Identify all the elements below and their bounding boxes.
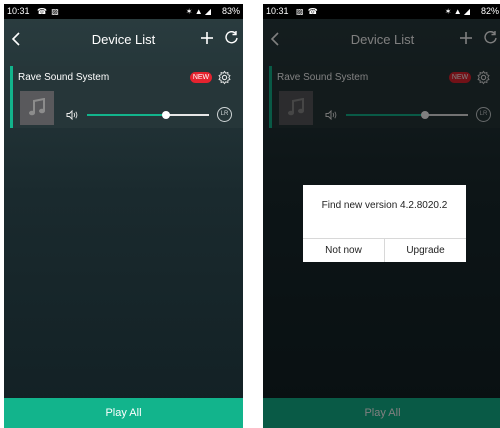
battery-level: 83% [221, 6, 240, 16]
refresh-icon[interactable] [224, 30, 239, 45]
add-device-icon[interactable] [199, 30, 215, 46]
status-time: 10:31 [7, 6, 30, 16]
not-now-button[interactable]: Not now [303, 239, 384, 262]
volume-track [166, 114, 209, 116]
volume-fill [87, 114, 167, 116]
signal-icons: ✶ ▲ ◢ [185, 7, 211, 16]
status-time: 10:31 [266, 6, 289, 16]
music-note-icon [29, 98, 45, 116]
album-art [20, 91, 54, 125]
device-list-screen-dialog: 10:31 ▨ ☎ ✶ ▲ ◢ 82% Device List Rave Sou… [263, 4, 500, 428]
upgrade-button[interactable]: Upgrade [385, 239, 466, 262]
play-all-button[interactable]: Play All [4, 398, 243, 428]
volume-icon [66, 110, 78, 120]
channel-lr-icon[interactable]: LR [217, 107, 232, 122]
volume-slider[interactable] [87, 109, 209, 121]
notification-icons: ▨ ☎ [296, 7, 319, 16]
new-badge: NEW [190, 72, 212, 83]
signal-icons: ✶ ▲ ◢ [444, 7, 470, 16]
status-bar: 10:31 ▨ ☎ ✶ ▲ ◢ 82% [263, 4, 500, 19]
status-bar: 10:31 ☎ ▨ ✶ ▲ ◢ 83% [4, 4, 243, 19]
battery-level: 82% [480, 6, 499, 16]
gear-icon[interactable] [217, 70, 232, 85]
update-dialog: Find new version 4.2.8020.2 Not now Upgr… [303, 185, 466, 262]
device-name: Rave Sound System [18, 72, 110, 83]
update-message: Find new version 4.2.8020.2 [321, 200, 448, 211]
device-card[interactable]: Rave Sound System NEW LR [10, 66, 243, 128]
device-list-screen: 10:31 ☎ ▨ ✶ ▲ ◢ 83% Device List Rave Sou… [4, 4, 243, 428]
volume-thumb[interactable] [162, 111, 171, 119]
app-header: Device List [4, 19, 243, 57]
notification-icons: ☎ ▨ [37, 7, 60, 16]
